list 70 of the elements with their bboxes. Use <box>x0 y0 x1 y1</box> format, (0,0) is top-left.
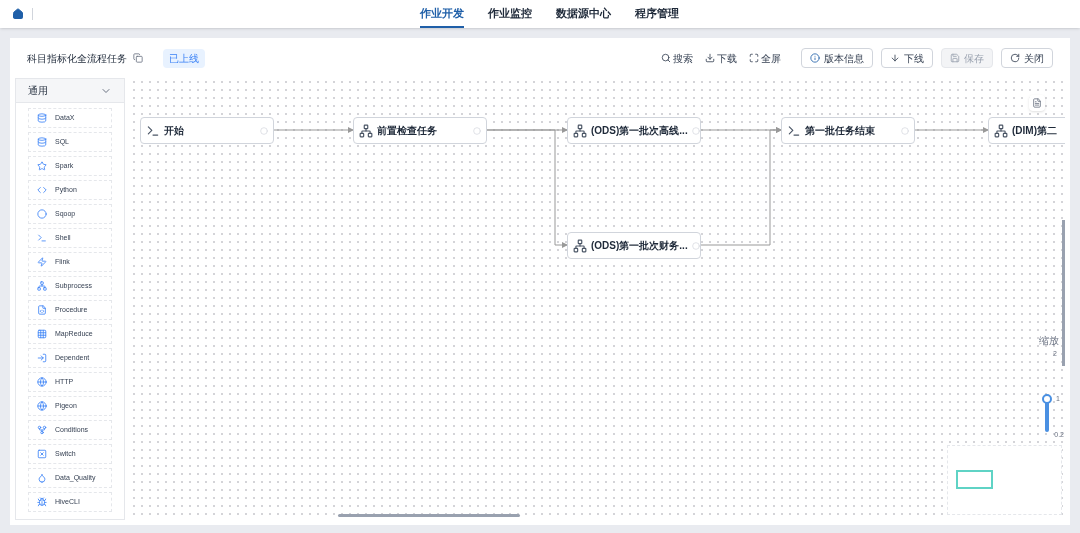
star-icon <box>37 161 47 171</box>
document-button[interactable] <box>1029 95 1045 111</box>
node-label: 第一批任务结束 <box>805 124 875 138</box>
status-tag: 已上线 <box>163 48 205 68</box>
hierarchy-icon <box>994 123 1008 138</box>
node-label: (ODS)第一批次高线... <box>591 124 688 138</box>
hierarchy-icon <box>359 123 373 138</box>
status-icon <box>260 126 268 135</box>
grid-icon <box>37 329 47 339</box>
bug-icon <box>37 497 47 507</box>
status-icon <box>901 126 909 135</box>
terminal-icon <box>37 233 47 243</box>
document-icon <box>37 305 47 315</box>
zoom-slider-thumb[interactable] <box>1042 393 1052 404</box>
info-icon <box>810 53 820 63</box>
droplet-icon <box>37 473 47 483</box>
status-icon <box>473 126 481 135</box>
terminal-icon <box>146 123 160 138</box>
task-title: 科目指标化全流程任务 <box>27 51 127 66</box>
login-icon <box>37 353 47 363</box>
save-icon <box>950 53 960 63</box>
hierarchy-icon <box>37 281 47 291</box>
toolbar-button[interactable]: 搜索 <box>661 50 693 66</box>
task-node[interactable]: 开始 <box>140 117 274 144</box>
toolbar-button[interactable]: 全屏 <box>749 50 781 66</box>
fork-icon <box>37 425 47 435</box>
action-button[interactable]: 版本信息 <box>801 48 873 68</box>
terminal-icon <box>787 123 801 138</box>
globe-icon <box>37 401 47 411</box>
database-icon <box>37 137 47 147</box>
hierarchy-icon <box>573 123 587 138</box>
task-node[interactable]: 第一批任务结束 <box>781 117 915 144</box>
status-icon <box>691 126 700 135</box>
download-icon <box>705 53 715 63</box>
action-button[interactable]: 关闭 <box>1001 48 1053 68</box>
hierarchy-icon <box>573 238 587 253</box>
home-icon[interactable] <box>12 8 24 20</box>
nav-tab[interactable]: 数据源中心 <box>556 0 611 28</box>
node-label: (DIM)第二 <box>1012 124 1057 138</box>
group-header[interactable]: 通用 <box>16 79 124 103</box>
node-label: 开始 <box>164 124 184 138</box>
node-label: (ODS)第一批次财务... <box>591 239 688 253</box>
refresh-icon <box>1010 53 1020 63</box>
code-icon <box>37 185 47 195</box>
ring-icon <box>37 209 47 219</box>
fullscreen-icon <box>749 53 759 63</box>
vertical-scrollbar[interactable] <box>1062 220 1065 366</box>
toolbar-button[interactable]: 下载 <box>705 50 737 66</box>
action-button[interactable]: 下线 <box>881 48 933 68</box>
square-x-icon <box>37 449 47 459</box>
globe-icon <box>37 377 47 387</box>
arrow-down-icon <box>890 53 900 63</box>
database-icon <box>37 113 47 123</box>
minimap[interactable] <box>947 445 1062 515</box>
copy-icon[interactable] <box>133 53 143 63</box>
task-node[interactable]: (DIM)第二 <box>988 117 1065 144</box>
search-icon <box>661 53 671 63</box>
task-node[interactable]: (ODS)第一批次财务... <box>567 232 701 259</box>
horizontal-scrollbar[interactable] <box>338 514 520 517</box>
task-node[interactable]: 前置检查任务 <box>353 117 487 144</box>
node-label: 前置检查任务 <box>377 124 437 138</box>
minimap-viewport[interactable] <box>956 470 993 489</box>
nav-tab[interactable]: 作业监控 <box>488 0 532 28</box>
task-node[interactable]: (ODS)第一批次高线... <box>567 117 701 144</box>
document-icon <box>1032 98 1042 108</box>
nav-tab[interactable]: 程序管理 <box>635 0 679 28</box>
nav-tab[interactable]: 作业开发 <box>420 0 464 28</box>
zoom-label: 缩放 <box>1039 334 1059 348</box>
bolt-icon <box>37 257 47 267</box>
status-icon <box>691 241 700 250</box>
